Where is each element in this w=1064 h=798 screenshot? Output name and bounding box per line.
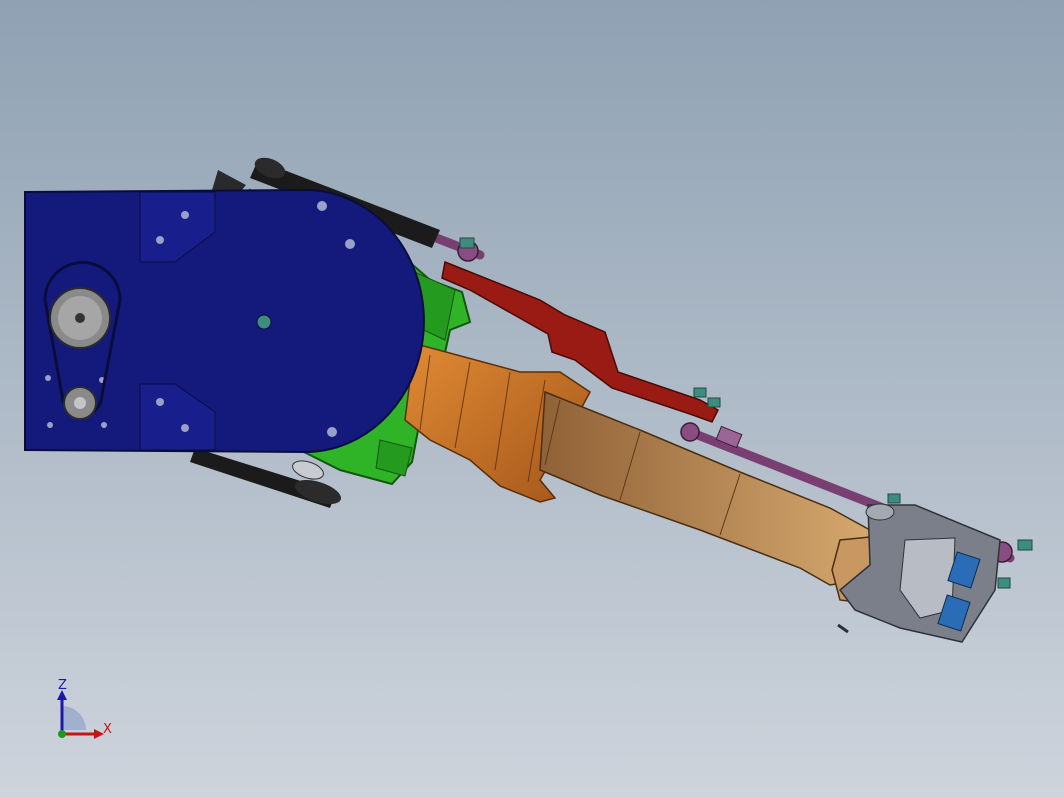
drive-pulley[interactable]	[49, 287, 111, 349]
z-axis-label: Z	[58, 678, 67, 693]
triad-plane	[62, 706, 86, 730]
cad-viewport[interactable]: Z X	[0, 0, 1064, 798]
coordinate-triad: Z X	[40, 668, 120, 748]
robot-arm-model[interactable]	[0, 0, 1064, 798]
x-axis-label: X	[103, 722, 112, 737]
idler-pulley[interactable]	[63, 386, 97, 420]
y-axis-origin	[58, 730, 66, 738]
